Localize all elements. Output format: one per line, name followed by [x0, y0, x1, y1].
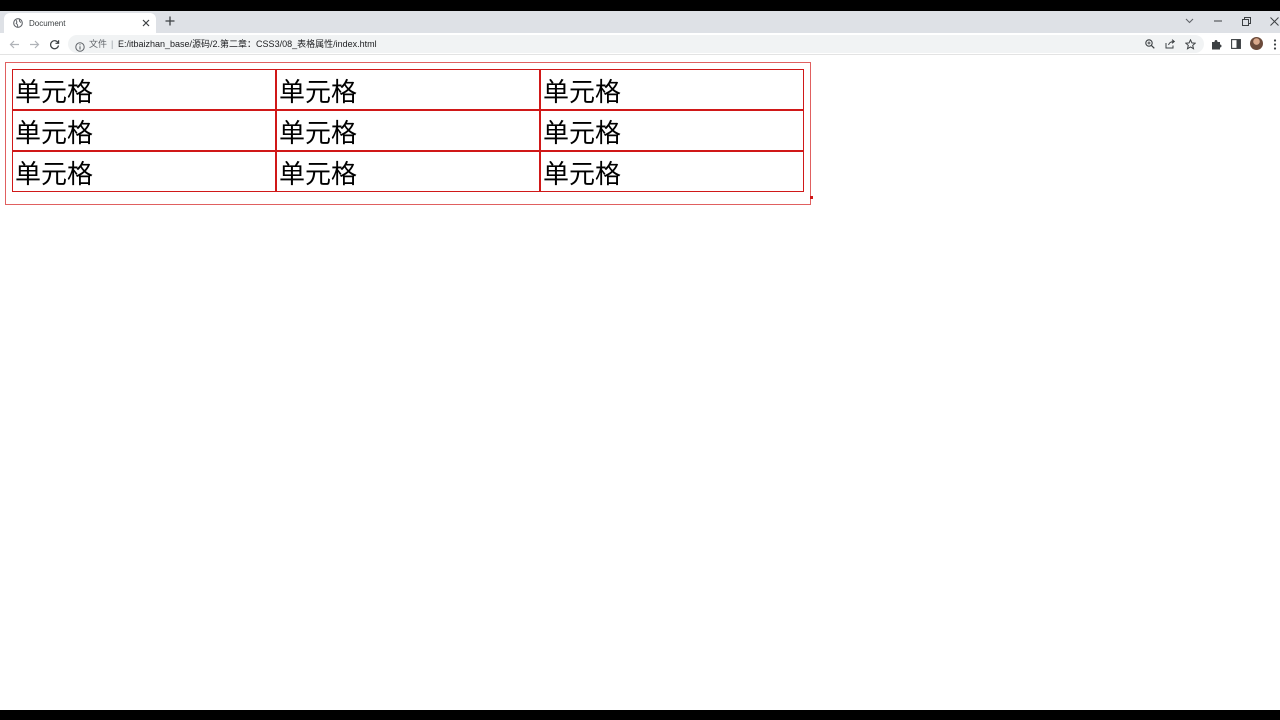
page-viewport: 单元格 单元格 单元格 单元格 单元格 单元格 单元格 单元格 单元格	[0, 56, 1280, 710]
window-close-button[interactable]	[1267, 14, 1280, 28]
browser-toolbar: 文件 | E:/itbaizhan_base/源码/2.第二章：CSS3/08_…	[0, 33, 1280, 55]
tab-search-button[interactable]	[1182, 14, 1196, 28]
close-icon	[1269, 16, 1279, 26]
table-cell: 单元格	[12, 110, 276, 151]
table-cell: 单元格	[12, 151, 276, 192]
info-icon[interactable]	[75, 39, 85, 52]
table-row: 单元格 单元格 单元格	[12, 110, 804, 151]
table-body: 单元格 单元格 单元格 单元格 单元格 单元格 单元格 单元格 单元格	[12, 69, 804, 192]
reload-icon	[49, 39, 59, 49]
table-cell: 单元格	[276, 110, 540, 151]
side-panel-icon[interactable]	[1230, 38, 1242, 50]
demo-table: 单元格 单元格 单元格 单元格 单元格 单元格 单元格 单元格 单元格	[5, 62, 811, 205]
star-icon[interactable]	[1184, 38, 1196, 50]
share-icon[interactable]	[1164, 38, 1176, 50]
address-separator: |	[111, 39, 114, 49]
new-tab-button[interactable]	[163, 15, 177, 29]
forward-arrow-icon	[29, 40, 39, 48]
profile-avatar[interactable]	[1250, 37, 1263, 50]
restore-button[interactable]	[1239, 14, 1253, 28]
url-text[interactable]: E:/itbaizhan_base/源码/2.第二章：CSS3/08_表格属性/…	[118, 38, 377, 50]
video-letterbox-bottom	[0, 710, 1280, 720]
video-letterbox-top	[0, 0, 1280, 11]
security-label: 文件	[89, 39, 108, 49]
table-cell: 单元格	[540, 69, 804, 110]
back-arrow-icon	[9, 40, 19, 48]
table-cell: 单元格	[540, 151, 804, 192]
restore-icon	[1241, 16, 1251, 26]
chevron-down-icon	[1185, 18, 1193, 24]
reload-button[interactable]	[48, 38, 60, 50]
tab-document[interactable]: Document	[4, 13, 156, 33]
plus-icon	[165, 16, 175, 26]
table-row: 单元格 单元格 单元格	[12, 151, 804, 192]
tab-strip: Document	[0, 11, 1280, 33]
zoom-icon[interactable]	[1144, 38, 1156, 50]
table-cell: 单元格	[540, 110, 804, 151]
minimize-button[interactable]	[1211, 14, 1225, 28]
table-cell: 单元格	[12, 69, 276, 110]
back-button[interactable]	[8, 38, 20, 50]
globe-icon	[13, 18, 23, 28]
kebab-menu-icon[interactable]	[1269, 38, 1280, 50]
tab-title: Document	[29, 18, 66, 28]
table-row: 单元格 单元格 单元格	[12, 69, 804, 110]
table-resize-handle	[810, 196, 813, 199]
table-cell: 单元格	[276, 151, 540, 192]
forward-button[interactable]	[28, 38, 40, 50]
close-icon[interactable]	[141, 18, 151, 28]
browser-window: Document 文件 | E:/itbaizhan_base/源码/2.第二章…	[0, 11, 1280, 710]
puzzle-icon[interactable]	[1210, 38, 1222, 50]
minimize-icon	[1214, 20, 1222, 22]
address-bar[interactable]: 文件 | E:/itbaizhan_base/源码/2.第二章：CSS3/08_…	[68, 35, 1204, 53]
table-cell: 单元格	[276, 69, 540, 110]
